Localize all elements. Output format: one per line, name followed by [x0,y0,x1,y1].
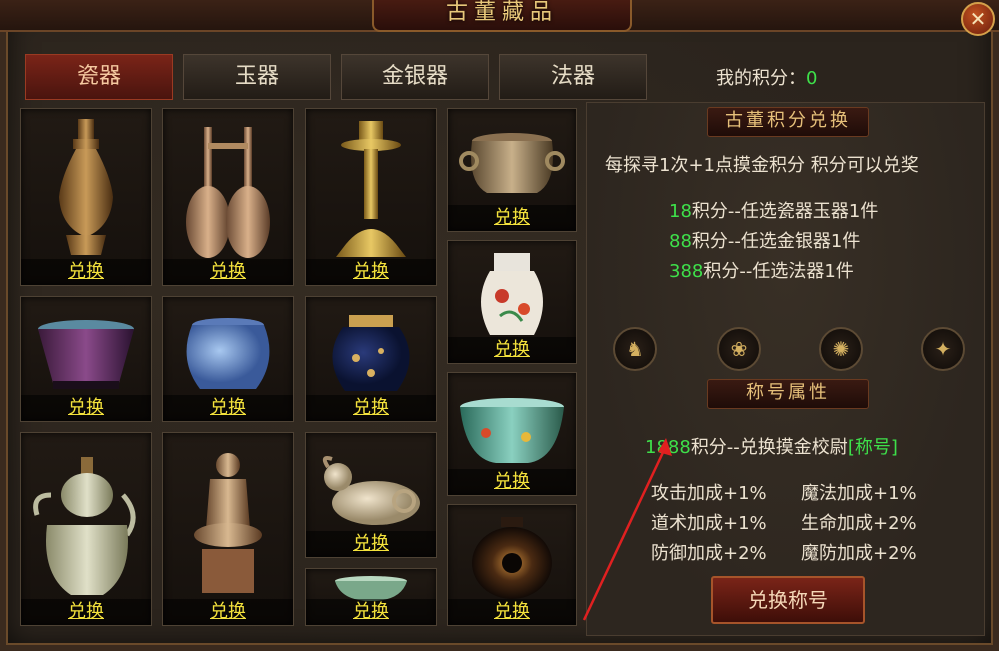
score-label: 我的积分： [716,68,806,89]
exchange-button[interactable]: 兑换 [163,395,293,421]
item-card[interactable]: 兑换 [20,108,152,286]
tab-gold-silver[interactable]: 金银器 [341,54,489,100]
stat-magic: 魔法加成+1% [801,483,917,504]
exchange-heading: 古董积分兑换 [707,107,869,137]
exchange-button[interactable]: 兑换 [306,531,436,557]
navy-gold-jar-image [332,315,410,391]
item-card[interactable]: 兑换 [20,296,152,422]
title-offer-text: 积分--兑换摸金校尉 [690,437,848,458]
item-card[interactable]: 兑换 [305,432,437,558]
ram-figurine-image [322,456,420,525]
exchange-rule: 388积分--任选法器1件 [669,257,854,283]
bronze-censer-image [459,133,565,193]
exchange-button[interactable]: 兑换 [448,337,576,363]
title-offer: 1888积分--兑换摸金校尉[称号] [645,433,898,459]
celadon-ewer-image [33,457,136,595]
buddha-statue-image [194,453,262,593]
gold-disc-icon[interactable]: ✺ [819,327,863,371]
famille-verte-bowl-image [460,398,564,463]
tab-ritual[interactable]: 法器 [499,54,647,100]
exchange-button[interactable]: 兑换 [21,599,151,625]
item-card[interactable]: 兑换 [162,108,294,286]
close-icon[interactable]: ✕ [961,2,995,36]
tab-porcelain[interactable]: 瓷器 [25,54,173,100]
purple-flared-pot-image [38,320,134,389]
item-card[interactable]: 兑换 [162,296,294,422]
exchange-button[interactable]: 兑换 [163,599,293,625]
exchange-button[interactable]: 兑换 [306,259,436,285]
stat-magic-defense: 魔防加成+2% [801,543,917,564]
title-offer-tag: [称号] [847,437,898,458]
score-value: 0 [806,68,818,89]
exchange-button[interactable]: 兑换 [448,205,576,231]
item-card[interactable]: 兑换 [447,372,577,496]
redeem-title-button[interactable]: 兑换称号 [711,576,865,624]
famille-rose-jar-image [481,253,543,335]
tab-jade[interactable]: 玉器 [183,54,331,100]
rule-text: 积分--任选瓷器玉器1件 [691,201,879,222]
item-card[interactable]: 兑换 [162,432,294,626]
annotation-arrow [582,438,672,621]
rule-points: 18 [669,201,692,222]
exchange-button[interactable]: 兑换 [306,599,436,625]
black-eye-jar-image [472,517,552,599]
rule-text: 积分--任选金银器1件 [691,231,861,252]
exchange-button[interactable]: 兑换 [21,395,151,421]
exchange-button[interactable]: 兑换 [448,469,576,495]
rule-text: 积分--任选法器1件 [703,261,854,282]
blue-jar-image [186,318,270,389]
jade-dragon-icon[interactable]: ❀ [717,327,761,371]
twin-dragon-vase-image [186,127,270,258]
exchange-rule: 18积分--任选瓷器玉器1件 [669,197,878,223]
item-card[interactable]: 兑换 [447,504,577,626]
candle-stand-image [336,121,406,257]
vase-gold-ornate-image [59,119,113,255]
exchange-button[interactable]: 兑换 [448,599,576,625]
jade-beast-icon[interactable]: ♞ [613,327,657,371]
exchange-button[interactable]: 兑换 [21,259,151,285]
gold-vajra-icon[interactable]: ✦ [921,327,965,371]
title-attr-heading: 称号属性 [707,379,869,409]
my-score: 我的积分：0 [716,64,817,90]
rule-points: 388 [669,261,704,282]
window-title: 古董藏品 [372,0,632,32]
item-card[interactable]: 兑换 [305,568,437,626]
item-card[interactable]: 兑换 [447,108,577,232]
exchange-rule: 88积分--任选金银器1件 [669,227,860,253]
item-card[interactable]: 兑换 [447,240,577,364]
exchange-button[interactable]: 兑换 [306,395,436,421]
rule-points: 88 [669,231,692,252]
item-card[interactable]: 兑换 [305,296,437,422]
item-card[interactable]: 兑换 [305,108,437,286]
item-card[interactable]: 兑换 [20,432,152,626]
exchange-intro: 每探寻1次+1点摸金积分 积分可以兑奖 [605,155,919,176]
exchange-button[interactable]: 兑换 [163,259,293,285]
stat-hp: 生命加成+2% [801,513,917,534]
